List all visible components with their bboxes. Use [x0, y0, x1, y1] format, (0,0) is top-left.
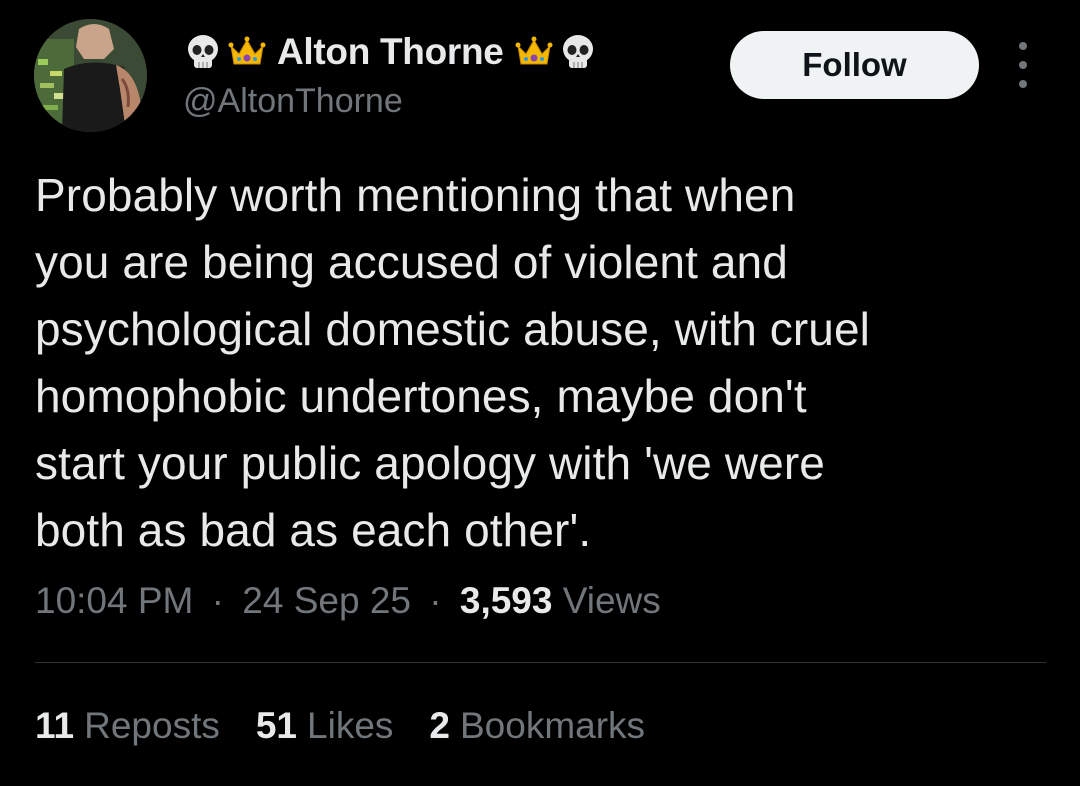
- tweet-date[interactable]: 24 Sep 25: [242, 580, 411, 621]
- views-count: 3,593: [459, 580, 553, 621]
- reposts-label: Reposts: [84, 705, 220, 746]
- views-label: Views: [562, 580, 661, 621]
- author-name-row[interactable]: Alton Thorne: [183, 26, 598, 78]
- author-handle[interactable]: @AltonThorne: [183, 82, 403, 121]
- crown-icon: [227, 32, 267, 72]
- skull-icon: [558, 32, 598, 72]
- crown-icon: [514, 32, 554, 72]
- divider: [35, 662, 1046, 663]
- bookmarks-label: Bookmarks: [459, 705, 646, 746]
- avatar-image: [34, 19, 147, 132]
- tweet-time[interactable]: 10:04 PM: [35, 580, 193, 621]
- follow-button[interactable]: Follow: [730, 31, 979, 99]
- engagement-stats: 11 Reposts 51 Likes 2 Bookmarks: [35, 705, 645, 747]
- bookmarks-stat[interactable]: 2 Bookmarks: [429, 705, 645, 747]
- more-vertical-icon[interactable]: [1008, 42, 1038, 88]
- likes-count: 51: [255, 705, 298, 746]
- reposts-stat[interactable]: 11 Reposts: [35, 705, 220, 747]
- bookmarks-count: 2: [429, 705, 450, 746]
- likes-label: Likes: [307, 705, 394, 746]
- more-dot: [1019, 80, 1027, 88]
- tweet-detail: Alton Thorne @AltonThorne Follow Probabl…: [0, 0, 1080, 786]
- meta-separator: ·: [429, 580, 442, 621]
- tweet-meta: 10:04 PM · 24 Sep 25 · 3,593 Views: [35, 580, 661, 622]
- meta-separator: ·: [211, 580, 224, 621]
- skull-icon: [183, 32, 223, 72]
- author-display-name[interactable]: Alton Thorne: [277, 31, 504, 73]
- more-dot: [1019, 61, 1027, 69]
- likes-stat[interactable]: 51 Likes: [256, 705, 394, 747]
- reposts-count: 11: [35, 705, 75, 746]
- avatar[interactable]: [34, 19, 147, 132]
- tweet-text: Probably worth mentioning that when you …: [35, 169, 870, 556]
- more-dot: [1019, 42, 1027, 50]
